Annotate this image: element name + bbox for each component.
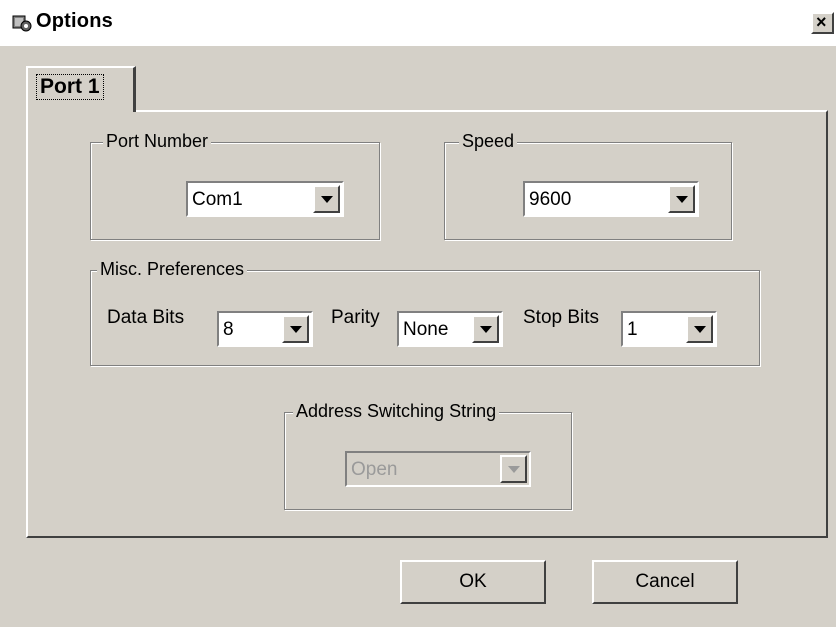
chevron-down-icon[interactable] bbox=[313, 185, 340, 213]
stop-bits-select[interactable]: 1 bbox=[621, 311, 717, 347]
data-bits-value: 8 bbox=[223, 319, 234, 340]
address-switching-select: Open bbox=[345, 451, 531, 487]
data-bits-label: Data Bits bbox=[107, 307, 185, 328]
tab-label: Port 1 bbox=[36, 74, 104, 100]
port-number-value: Com1 bbox=[192, 189, 243, 210]
window-title: Options bbox=[36, 10, 113, 32]
port-number-legend: Port Number bbox=[103, 131, 212, 152]
speed-legend: Speed bbox=[459, 131, 518, 152]
close-icon: × bbox=[816, 12, 827, 32]
ok-button[interactable]: OK bbox=[400, 560, 546, 604]
chevron-down-icon[interactable] bbox=[282, 315, 309, 343]
port-number-select[interactable]: Com1 bbox=[186, 181, 344, 217]
address-switching-legend: Address Switching String bbox=[293, 401, 500, 422]
address-switching-group: Address Switching String Open bbox=[284, 401, 572, 510]
options-dialog: Options × Port 1 Port Number Com1 Speed … bbox=[0, 0, 836, 627]
data-bits-select[interactable]: 8 bbox=[217, 311, 313, 347]
address-switching-value: Open bbox=[351, 459, 398, 480]
speed-group: Speed 9600 bbox=[444, 131, 732, 240]
misc-preferences-group: Misc. Preferences Data Bits 8 Parity Non… bbox=[90, 259, 760, 366]
port-number-group: Port Number Com1 bbox=[90, 131, 380, 240]
close-button[interactable]: × bbox=[811, 12, 834, 34]
stop-bits-value: 1 bbox=[627, 319, 638, 340]
chevron-down-icon[interactable] bbox=[472, 315, 499, 343]
speed-select[interactable]: 9600 bbox=[523, 181, 699, 217]
chevron-down-icon[interactable] bbox=[686, 315, 713, 343]
app-icon bbox=[12, 15, 32, 32]
tab-port-1[interactable]: Port 1 bbox=[26, 66, 136, 112]
parity-select[interactable]: None bbox=[397, 311, 503, 347]
parity-label: Parity bbox=[331, 307, 380, 328]
misc-preferences-legend: Misc. Preferences bbox=[97, 259, 248, 280]
tab-panel: Port Number Com1 Speed 9600 Misc. Prefer… bbox=[26, 110, 828, 538]
stop-bits-label: Stop Bits bbox=[523, 307, 600, 328]
speed-value: 9600 bbox=[529, 189, 572, 210]
parity-value: None bbox=[403, 319, 449, 340]
cancel-button[interactable]: Cancel bbox=[592, 560, 738, 604]
chevron-down-icon bbox=[500, 455, 527, 483]
chevron-down-icon[interactable] bbox=[668, 185, 695, 213]
title-bar: Options × bbox=[0, 0, 836, 46]
